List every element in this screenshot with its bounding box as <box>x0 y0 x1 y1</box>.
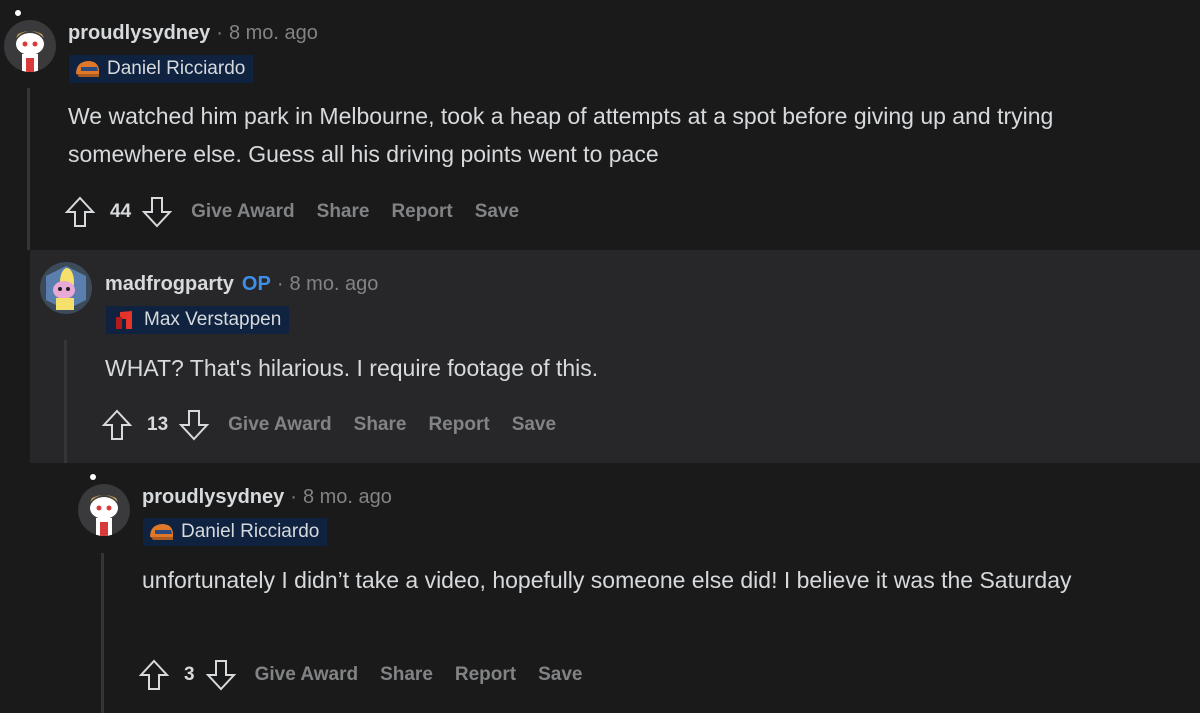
timestamp[interactable]: 8 mo. ago <box>229 22 318 44</box>
comment-actions: 3 Give Award Share Report Save <box>138 658 583 692</box>
upvote-icon[interactable] <box>101 408 133 442</box>
separator: · <box>216 22 223 44</box>
online-dot <box>90 474 96 480</box>
snoo-avatar-icon <box>46 266 86 310</box>
save-button[interactable]: Save <box>512 414 556 436</box>
give-award-button[interactable]: Give Award <box>228 414 332 436</box>
score: 44 <box>110 201 132 222</box>
save-button[interactable]: Save <box>475 201 519 223</box>
comment-body: We watched him park in Melbourne, took a… <box>68 103 1054 167</box>
user-flair: Max Verstappen <box>106 306 290 334</box>
score: 13 <box>147 414 169 435</box>
downvote-icon[interactable] <box>141 195 173 229</box>
timestamp[interactable]: 8 mo. ago <box>289 273 378 295</box>
downvote-icon[interactable] <box>178 408 210 442</box>
downvote-icon[interactable] <box>205 658 237 692</box>
share-button[interactable]: Share <box>354 414 407 436</box>
give-award-button[interactable]: Give Award <box>191 201 295 223</box>
upvote-icon[interactable] <box>64 195 96 229</box>
username[interactable]: proudlysydney <box>68 22 210 44</box>
share-button[interactable]: Share <box>317 201 370 223</box>
timestamp[interactable]: 8 mo. ago <box>303 486 392 508</box>
report-button[interactable]: Report <box>391 201 452 223</box>
avatar[interactable] <box>4 20 56 72</box>
report-button[interactable]: Report <box>428 414 489 436</box>
comment-actions: 44 Give Award Share Report Save <box>64 195 519 229</box>
op-badge: OP <box>241 273 271 295</box>
report-button[interactable]: Report <box>455 664 516 686</box>
comment-meta: proudlysydney · 8 mo. ago <box>68 20 318 46</box>
separator: · <box>276 273 284 295</box>
save-button[interactable]: Save <box>538 664 582 686</box>
give-award-button[interactable]: Give Award <box>255 664 359 686</box>
helmet-icon <box>76 61 99 77</box>
username[interactable]: madfrogparty <box>105 273 234 295</box>
helmet-icon <box>150 524 173 540</box>
avatar[interactable] <box>40 262 92 314</box>
snoo-avatar-icon <box>90 495 118 536</box>
comment-meta: proudlysydney · 8 mo. ago <box>142 484 392 510</box>
upvote-icon[interactable] <box>138 658 170 692</box>
thread-line-1[interactable] <box>27 88 30 250</box>
avatar[interactable] <box>78 484 130 536</box>
red-flag-icon <box>116 311 132 329</box>
user-flair: Daniel Ricciardo <box>143 518 328 546</box>
flair-text: Daniel Ricciardo <box>181 521 320 542</box>
comment-actions: 13 Give Award Share Report Save <box>101 408 556 442</box>
thread-line-2[interactable] <box>64 340 67 463</box>
username[interactable]: proudlysydney <box>142 486 284 508</box>
flair-text: Daniel Ricciardo <box>107 58 246 79</box>
online-dot <box>15 10 21 16</box>
separator: · <box>290 486 297 508</box>
comment-body: WHAT? That's hilarious. I require footag… <box>105 355 599 381</box>
share-button[interactable]: Share <box>380 664 433 686</box>
comment-meta: madfrogparty OP · 8 mo. ago <box>105 271 378 297</box>
comment-body: unfortunately I didn’t take a video, hop… <box>142 567 1072 593</box>
thread-line-3[interactable] <box>101 553 104 713</box>
score: 3 <box>184 664 195 685</box>
snoo-avatar-icon <box>16 31 44 72</box>
user-flair: Daniel Ricciardo <box>69 55 254 83</box>
flair-text: Max Verstappen <box>144 309 282 330</box>
